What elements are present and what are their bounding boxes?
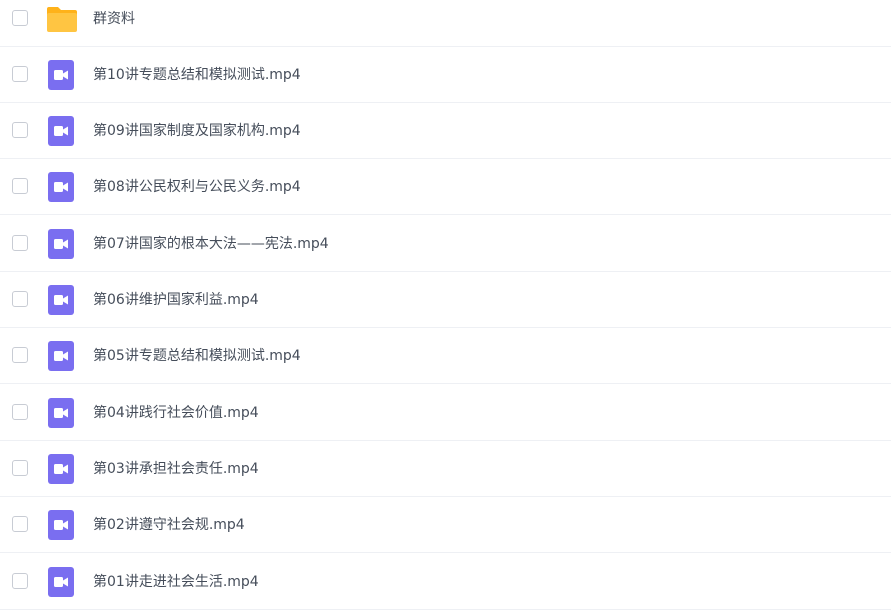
list-item[interactable]: 第10讲专题总结和模拟测试.mp4 bbox=[0, 47, 891, 103]
list-item[interactable]: 第06讲维护国家利益.mp4 bbox=[0, 272, 891, 328]
row-checkbox[interactable] bbox=[12, 290, 28, 307]
file-name: 第09讲国家制度及国家机构.mp4 bbox=[93, 122, 301, 139]
video-file-icon bbox=[46, 397, 76, 428]
row-checkbox[interactable] bbox=[12, 572, 28, 589]
row-checkbox[interactable] bbox=[12, 346, 28, 363]
video-file-icon bbox=[46, 509, 76, 540]
file-name: 第05讲专题总结和模拟测试.mp4 bbox=[93, 347, 301, 364]
video-file-icon bbox=[46, 453, 76, 484]
file-name: 第02讲遵守社会规.mp4 bbox=[93, 516, 245, 533]
video-file-icon bbox=[46, 171, 76, 202]
video-file-icon bbox=[46, 59, 76, 90]
video-file-icon bbox=[46, 340, 76, 371]
list-item[interactable]: 第03讲承担社会责任.mp4 bbox=[0, 441, 891, 497]
file-name: 第04讲践行社会价值.mp4 bbox=[93, 404, 259, 421]
row-checkbox[interactable] bbox=[12, 515, 28, 532]
list-item[interactable]: 第08讲公民权利与公民义务.mp4 bbox=[0, 159, 891, 215]
row-checkbox[interactable] bbox=[12, 65, 28, 82]
file-name: 群资料 bbox=[93, 10, 135, 27]
list-item[interactable]: 第02讲遵守社会规.mp4 bbox=[0, 497, 891, 553]
video-file-icon bbox=[46, 115, 76, 146]
list-item[interactable]: 第04讲践行社会价值.mp4 bbox=[0, 385, 891, 441]
file-name: 第10讲专题总结和模拟测试.mp4 bbox=[93, 66, 301, 83]
file-name: 第07讲国家的根本大法——宪法.mp4 bbox=[93, 235, 329, 252]
list-item[interactable]: 第09讲国家制度及国家机构.mp4 bbox=[0, 103, 891, 159]
video-file-icon bbox=[46, 284, 76, 315]
row-checkbox[interactable] bbox=[12, 9, 28, 26]
row-checkbox[interactable] bbox=[12, 459, 28, 476]
row-checkbox[interactable] bbox=[12, 121, 28, 138]
list-item[interactable]: 第05讲专题总结和模拟测试.mp4 bbox=[0, 328, 891, 384]
list-item[interactable]: 第01讲走进社会生活.mp4 bbox=[0, 554, 891, 610]
folder-icon bbox=[46, 4, 77, 34]
row-checkbox[interactable] bbox=[12, 403, 28, 420]
file-name: 第08讲公民权利与公民义务.mp4 bbox=[93, 178, 301, 195]
file-name: 第06讲维护国家利益.mp4 bbox=[93, 291, 259, 308]
list-item[interactable]: 群资料 bbox=[0, 0, 891, 47]
file-name: 第01讲走进社会生活.mp4 bbox=[93, 573, 259, 590]
row-checkbox[interactable] bbox=[12, 177, 28, 194]
file-name: 第03讲承担社会责任.mp4 bbox=[93, 460, 259, 477]
file-list: 群资料 第10讲专题总结和模拟测试.mp4 第09讲国家制度及国家机构.mp4 bbox=[0, 0, 891, 616]
list-item[interactable]: 第07讲国家的根本大法——宪法.mp4 bbox=[0, 216, 891, 272]
video-file-icon bbox=[46, 228, 76, 259]
row-checkbox[interactable] bbox=[12, 234, 28, 251]
video-file-icon bbox=[46, 566, 76, 597]
